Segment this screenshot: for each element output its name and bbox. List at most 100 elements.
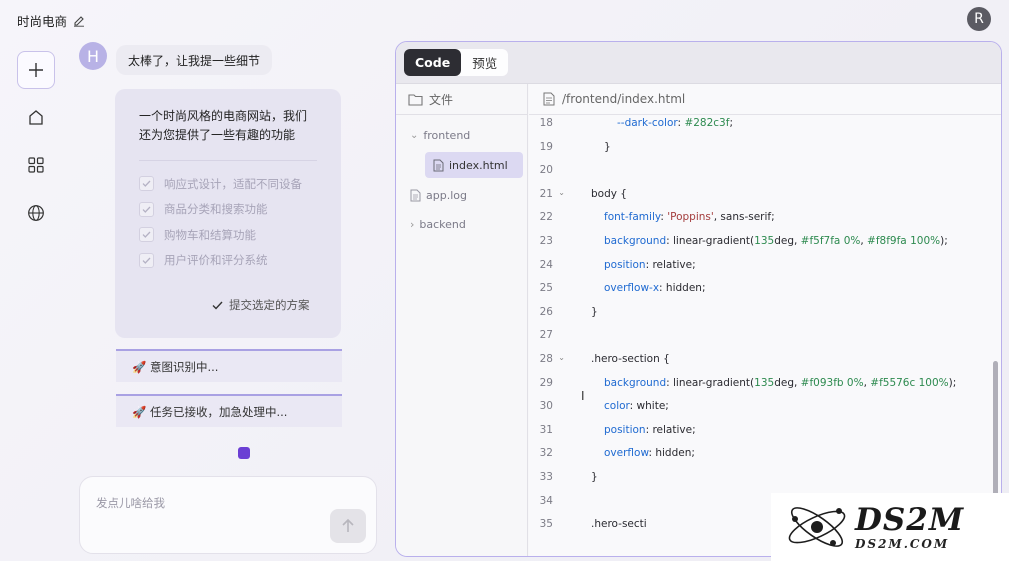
check-icon[interactable] bbox=[139, 201, 154, 217]
line-number: 19 bbox=[539, 140, 553, 153]
line-number: 21 ⌄ bbox=[539, 187, 565, 200]
code-line[interactable]: 32 overflow: hidden; bbox=[529, 443, 1001, 463]
status-message: 🚀 意图识别中... bbox=[116, 349, 342, 382]
status-message: 🚀 任务已接收，加急处理中... bbox=[116, 394, 342, 427]
line-number: 34 bbox=[539, 494, 553, 507]
submit-plan-button[interactable]: 提交选定的方案 bbox=[212, 297, 310, 313]
loading-indicator bbox=[238, 447, 250, 459]
tree-folder-frontend[interactable]: ⌄ frontend bbox=[410, 122, 470, 148]
atom-logo-icon bbox=[788, 507, 846, 547]
chat-input-box[interactable]: 发点儿啥给我 bbox=[79, 476, 377, 554]
tree-file-applog[interactable]: app.log bbox=[410, 182, 467, 208]
globe-icon bbox=[28, 205, 44, 221]
plan-intro: 一个时尚风格的电商网站，我们还为您提供了一些有趣的功能 bbox=[139, 109, 308, 142]
line-number: 33 bbox=[539, 471, 553, 483]
explore-button[interactable] bbox=[17, 194, 55, 232]
tab-code[interactable]: Code bbox=[404, 49, 462, 76]
tree-item-label: index.html bbox=[449, 158, 508, 172]
user-message: 太棒了，让我提一些细节 bbox=[116, 45, 273, 75]
tree-item-label: frontend bbox=[423, 128, 471, 142]
code-text: position: relative; bbox=[604, 258, 696, 271]
file-tree-header: 文件 bbox=[396, 84, 527, 115]
code-text: overflow: hidden; bbox=[604, 447, 695, 460]
file-icon bbox=[543, 92, 555, 106]
status-text: 🚀 任务已接收，加急处理中... bbox=[132, 404, 288, 419]
code-text: body { bbox=[591, 187, 627, 200]
user-avatar[interactable]: R bbox=[967, 7, 991, 31]
divider bbox=[139, 160, 317, 161]
code-line[interactable]: 19} bbox=[529, 137, 1001, 157]
apps-button[interactable] bbox=[17, 146, 55, 184]
line-number: 28 ⌄ bbox=[539, 353, 565, 365]
fold-chevron-icon[interactable]: ⌄ bbox=[558, 353, 565, 362]
panel-toolbar: Code 预览 bbox=[396, 42, 1001, 84]
home-icon bbox=[29, 110, 43, 125]
line-number: 30 bbox=[539, 400, 553, 413]
send-button[interactable] bbox=[330, 509, 366, 543]
code-text: .hero-secti bbox=[591, 518, 647, 531]
code-line[interactable]: 22 font-family: 'Poppins', sans-serif; bbox=[529, 207, 1001, 227]
code-text: overflow-x: hidden; bbox=[604, 282, 706, 295]
checkmark-icon bbox=[212, 301, 223, 310]
file-tree-title: 文件 bbox=[429, 92, 454, 107]
code-line[interactable]: 23 background: linear-gradient(135deg, #f… bbox=[529, 231, 1001, 251]
check-icon[interactable] bbox=[139, 176, 154, 192]
code-panel: Code 预览 文件 ⌄ frontend index.html app.log… bbox=[395, 41, 1002, 557]
check-icon[interactable] bbox=[139, 227, 154, 243]
line-number: 26 bbox=[539, 305, 553, 318]
home-button[interactable] bbox=[17, 98, 55, 136]
watermark-site: DS2M.COM bbox=[855, 537, 950, 551]
file-path-bar: /frontend/index.html bbox=[529, 84, 1001, 115]
code-line[interactable]: 33} bbox=[529, 467, 1001, 487]
plan-option-label: 用户评价和评分系统 bbox=[164, 253, 268, 268]
plus-icon bbox=[29, 63, 43, 77]
code-line[interactable]: 18 --dark-color: #282c3f; bbox=[529, 113, 1001, 133]
code-text: position: relative; bbox=[604, 423, 696, 436]
tree-folder-backend[interactable]: › backend bbox=[410, 211, 466, 237]
code-editor[interactable]: /frontend/index.html 18 --dark-color: #28… bbox=[529, 84, 1001, 556]
code-line[interactable]: 21 ⌄ body { bbox=[529, 184, 1001, 204]
code-line[interactable]: 27 bbox=[529, 325, 1001, 345]
watermark-brand: DS2M bbox=[855, 502, 965, 538]
check-icon[interactable] bbox=[139, 252, 154, 268]
fold-chevron-icon[interactable]: ⌄ bbox=[558, 188, 565, 197]
line-number: 31 bbox=[539, 423, 553, 436]
folder-icon bbox=[408, 93, 423, 106]
plan-option-label: 商品分类和搜索功能 bbox=[164, 202, 268, 217]
code-line[interactable]: 26} bbox=[529, 302, 1001, 322]
code-line[interactable]: 29 background: linear-gradient(135deg, #f… bbox=[529, 373, 1001, 393]
plan-option[interactable]: 商品分类和搜索功能 bbox=[139, 197, 317, 223]
code-text: --dark-color: #282c3f; bbox=[617, 117, 733, 129]
tree-item-label: backend bbox=[419, 217, 466, 231]
plan-card: 一个时尚风格的电商网站，我们还为您提供了一些有趣的功能 响应式设计，适配不同设备… bbox=[115, 89, 341, 338]
code-text: background: linear-gradient(135deg, #f5f… bbox=[604, 235, 948, 247]
code-line[interactable]: 28 ⌄ .hero-section { bbox=[529, 349, 1001, 369]
submit-plan-label: 提交选定的方案 bbox=[229, 298, 310, 312]
line-number: 20 bbox=[539, 164, 553, 177]
code-line[interactable]: 25 overflow-x: hidden; bbox=[529, 278, 1001, 298]
app-title: 时尚电商 bbox=[17, 11, 85, 30]
chevron-right-icon: › bbox=[410, 217, 415, 231]
status-text: 🚀 意图识别中... bbox=[132, 359, 219, 374]
plan-option[interactable]: 购物车和结算功能 bbox=[139, 222, 317, 248]
code-line[interactable]: 24 position: relative; bbox=[529, 255, 1001, 275]
plan-option[interactable]: 用户评价和评分系统 bbox=[139, 248, 317, 274]
code-line[interactable]: 20 bbox=[529, 160, 1001, 180]
code-line[interactable]: 30 color: white; bbox=[529, 396, 1001, 416]
line-number: 23 bbox=[539, 235, 553, 247]
plan-option[interactable]: 响应式设计，适配不同设备 bbox=[139, 171, 317, 197]
tree-file-index[interactable]: index.html bbox=[425, 152, 523, 178]
grid-icon bbox=[28, 157, 44, 173]
chat-input-placeholder[interactable]: 发点儿啥给我 bbox=[96, 495, 165, 511]
new-chat-button[interactable] bbox=[17, 51, 55, 89]
text-cursor-icon: I bbox=[581, 389, 585, 403]
chevron-down-icon: ⌄ bbox=[410, 129, 419, 141]
file-tree: 文件 ⌄ frontend index.html app.log › backe… bbox=[396, 84, 528, 556]
code-line[interactable]: 31 position: relative; bbox=[529, 420, 1001, 440]
line-number: 29 bbox=[539, 376, 553, 389]
view-tabs: Code 预览 bbox=[404, 49, 509, 76]
edit-icon[interactable] bbox=[73, 15, 85, 27]
code-text: } bbox=[591, 471, 598, 483]
page-title: 时尚电商 bbox=[17, 14, 68, 29]
tab-preview[interactable]: 预览 bbox=[461, 49, 508, 76]
